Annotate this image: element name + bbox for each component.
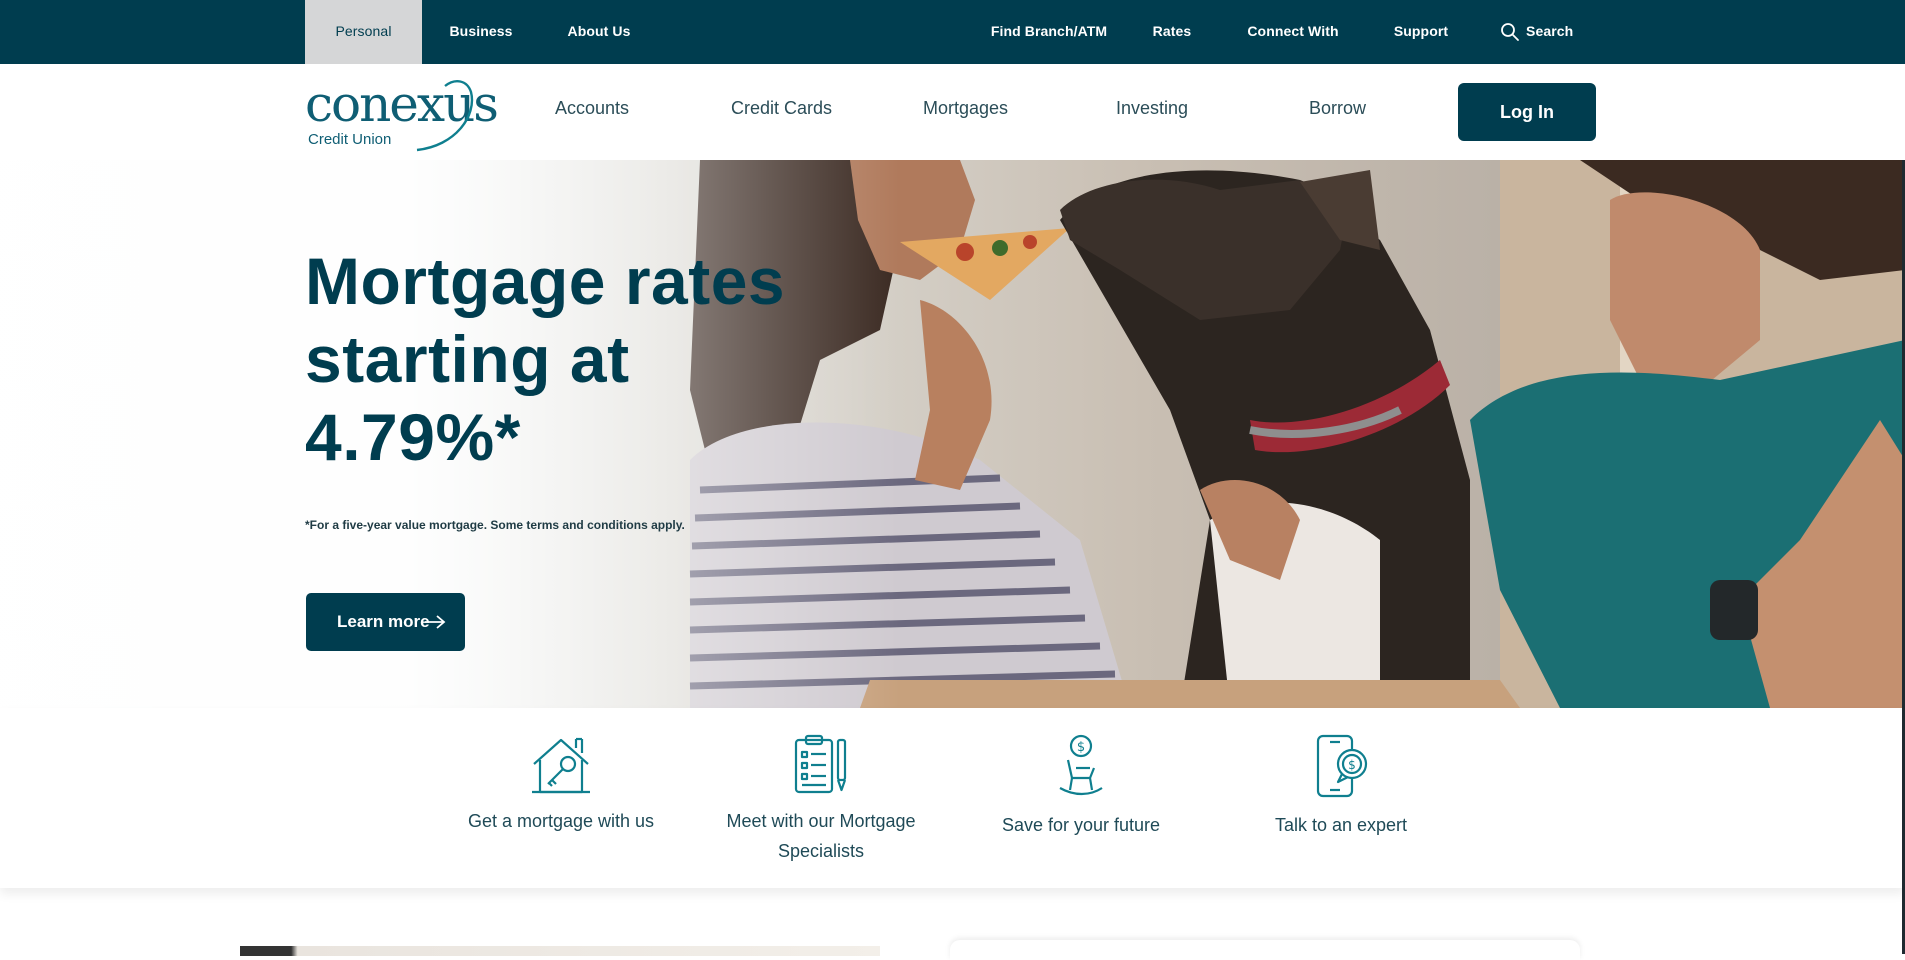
nav-investing[interactable]: Investing xyxy=(1116,98,1188,119)
main-navigation: conexus Credit Union Accounts Credit Car… xyxy=(0,64,1905,160)
feature-get-mortgage[interactable]: Get a mortgage with us xyxy=(466,734,656,836)
svg-text:$: $ xyxy=(1348,758,1356,772)
arrow-right-icon xyxy=(425,615,446,629)
next-section-image-edge xyxy=(240,946,880,956)
link-connect-with-us[interactable]: Connect With Us xyxy=(1238,0,1348,101)
rocking-chair-coin-icon: $ xyxy=(1059,734,1103,796)
hero-disclaimer: *For a five-year value mortgage. Some te… xyxy=(305,518,685,532)
hero-headline: Mortgage rates starting at 4.79%* xyxy=(305,244,786,474)
feature-label: Get a mortgage with us xyxy=(467,811,655,831)
segment-personal[interactable]: Personal xyxy=(305,0,422,64)
search-label: Search xyxy=(1526,23,1574,39)
feature-label: Save for your future xyxy=(1001,815,1161,835)
logo-swoosh-icon xyxy=(416,80,474,152)
feature-label: Talk to an expert xyxy=(1274,815,1408,835)
feature-strip: Get a mortgage with us Meet with our Mor… xyxy=(0,708,1905,888)
phone-chat-dollar-icon: $ xyxy=(1316,734,1368,798)
conexus-logo[interactable]: conexus Credit Union xyxy=(305,76,499,154)
checklist-pen-icon xyxy=(794,734,847,794)
hero-banner: Mortgage rates starting at 4.79%* *For a… xyxy=(0,160,1905,708)
nav-accounts[interactable]: Accounts xyxy=(555,98,629,119)
feature-save-future[interactable]: $ Save for your future xyxy=(986,734,1176,840)
segment-about-us[interactable]: About Us xyxy=(540,0,658,64)
learn-more-button[interactable]: Learn more xyxy=(306,593,465,651)
link-support[interactable]: Support xyxy=(1390,0,1452,64)
feature-label: Meet with our Mortgage Specialists xyxy=(726,811,916,861)
link-rates[interactable]: Rates xyxy=(1140,0,1204,64)
feature-talk-expert[interactable]: $ Talk to an expert xyxy=(1246,734,1436,840)
search-icon xyxy=(1501,23,1519,41)
next-section-card-edge xyxy=(950,940,1580,960)
link-find-branch-atm[interactable]: Find Branch/ATM xyxy=(990,0,1108,64)
feature-meet-specialists[interactable]: Meet with our Mortgage Specialists xyxy=(726,734,916,866)
segment-business[interactable]: Business xyxy=(422,0,540,64)
learn-more-label: Learn more xyxy=(337,612,430,631)
svg-text:$: $ xyxy=(1077,740,1085,755)
house-key-icon xyxy=(532,737,590,794)
search-button[interactable]: Search xyxy=(1500,0,1574,64)
nav-borrow[interactable]: Borrow xyxy=(1309,98,1366,119)
nav-mortgages[interactable]: Mortgages xyxy=(923,98,1008,119)
log-in-button[interactable]: Log In xyxy=(1458,83,1596,141)
top-utility-bar: Personal Business About Us Find Branch/A… xyxy=(0,0,1905,101)
nav-credit-cards[interactable]: Credit Cards xyxy=(731,98,832,119)
